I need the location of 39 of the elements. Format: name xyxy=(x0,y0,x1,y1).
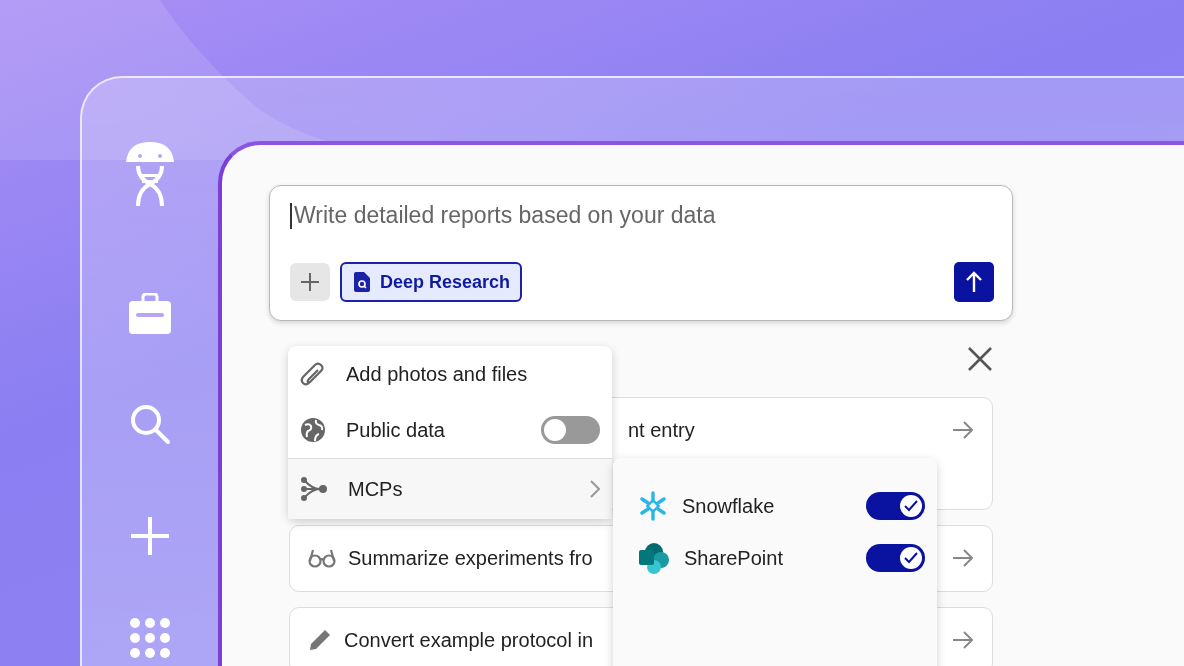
pencil-icon xyxy=(308,628,332,652)
branch-nodes-icon xyxy=(300,476,328,502)
toggle-switch[interactable] xyxy=(541,416,600,444)
search-icon[interactable] xyxy=(129,403,171,445)
suggestion-text: Convert example protocol in xyxy=(344,628,593,652)
menu-item[interactable]: Add photos and files xyxy=(288,346,612,402)
toggle-switch[interactable] xyxy=(866,492,925,520)
text-cursor xyxy=(290,202,292,229)
connector-name: SharePoint xyxy=(684,546,784,570)
cloud-circles-icon xyxy=(638,542,670,574)
toggle-switch[interactable] xyxy=(866,544,925,572)
arrow-right-icon xyxy=(952,421,974,439)
close-icon xyxy=(967,346,993,372)
arrow-right-icon xyxy=(952,631,974,649)
close-button[interactable] xyxy=(967,346,993,372)
snowflake-icon xyxy=(638,491,668,521)
globe-icon xyxy=(300,417,326,443)
arrow-up-icon xyxy=(965,271,983,293)
suggestion-text: Summarize experiments fro xyxy=(348,546,593,570)
checkmark-icon xyxy=(904,500,918,512)
prompt-input[interactable]: Write detailed reports based on your data xyxy=(294,202,994,229)
chevron-right-icon xyxy=(590,480,600,498)
mode-chip[interactable]: Deep Research xyxy=(340,262,523,302)
suggestion-text: nt entry xyxy=(628,418,695,442)
document-search-icon xyxy=(354,272,370,292)
plus-icon xyxy=(300,272,320,292)
connector-name: Snowflake xyxy=(682,494,776,518)
menu-item[interactable]: Public data xyxy=(288,402,612,458)
app-grid-icon[interactable] xyxy=(129,617,171,659)
plus-icon[interactable] xyxy=(129,515,171,557)
menu-item[interactable]: MCPs xyxy=(288,458,612,519)
dna-figure-icon[interactable] xyxy=(124,140,176,208)
add-button[interactable] xyxy=(290,263,330,301)
paperclip-icon xyxy=(300,360,326,388)
checkmark-icon xyxy=(904,552,918,564)
glasses-icon xyxy=(308,548,336,568)
arrow-right-icon xyxy=(952,549,974,567)
send-button[interactable] xyxy=(954,262,994,302)
briefcase-icon[interactable] xyxy=(128,293,172,335)
